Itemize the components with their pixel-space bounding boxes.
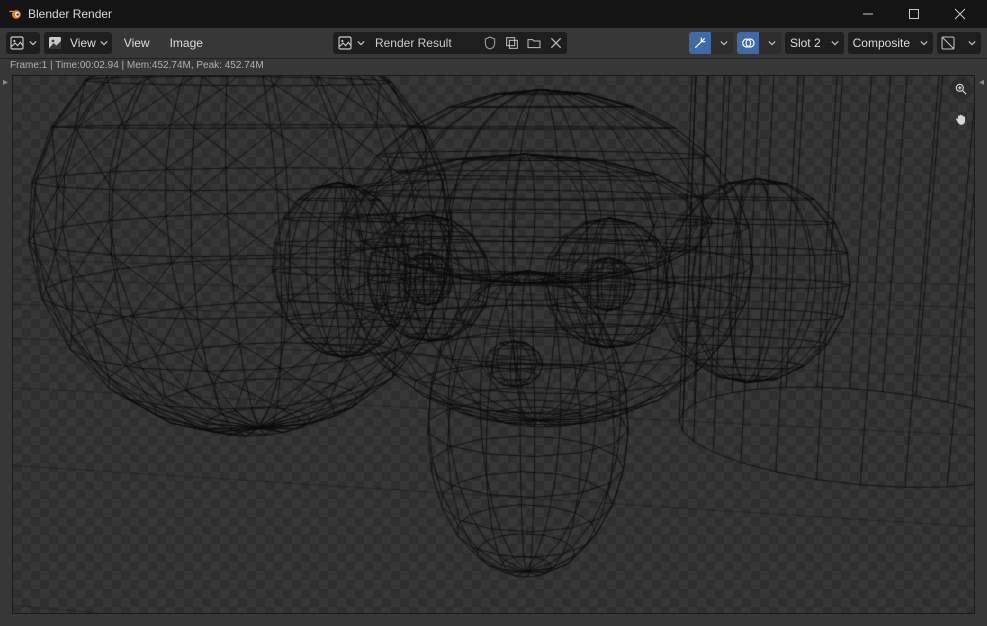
image-mode-button[interactable] bbox=[44, 32, 66, 54]
menu-image[interactable]: Image bbox=[162, 32, 211, 54]
menu-view-label: View bbox=[124, 36, 150, 50]
chevron-down-icon bbox=[100, 36, 108, 50]
image-name-field[interactable]: Render Result bbox=[369, 32, 479, 54]
view-dropdown[interactable]: View bbox=[66, 32, 112, 54]
editor-type-selector[interactable] bbox=[6, 32, 40, 54]
display-channels-button[interactable] bbox=[937, 32, 959, 54]
menu-image-label: Image bbox=[170, 36, 203, 50]
chevron-down-icon bbox=[920, 36, 928, 50]
view-dropdown-label: View bbox=[70, 36, 96, 50]
unlink-image-button[interactable] bbox=[545, 32, 567, 54]
overlay-dropdown[interactable] bbox=[759, 32, 781, 54]
window-maximize-button[interactable] bbox=[891, 0, 937, 28]
render-status-bar: Frame:1 | Time:00:02.94 | Mem:452.74M, P… bbox=[0, 59, 987, 74]
image-browse-button[interactable] bbox=[333, 32, 369, 54]
viewport-pan-tool[interactable] bbox=[950, 108, 972, 130]
chevron-down-icon bbox=[29, 36, 37, 50]
slot-label: Slot 2 bbox=[790, 36, 821, 50]
blender-logo-icon bbox=[8, 7, 22, 21]
chevron-down-icon bbox=[968, 36, 976, 50]
image-editor-header: View View Image Render Result bbox=[0, 28, 987, 59]
slot-selector[interactable]: Slot 2 bbox=[785, 32, 844, 54]
render-status-text: Frame:1 | Time:00:02.94 | Mem:452.74M, P… bbox=[10, 60, 264, 71]
display-channels-dropdown[interactable] bbox=[959, 32, 981, 54]
window-close-button[interactable] bbox=[937, 0, 983, 28]
layer-selector[interactable]: Composite bbox=[848, 32, 933, 54]
open-image-button[interactable] bbox=[523, 32, 545, 54]
region-toggle-right-icon[interactable]: ◂ bbox=[979, 77, 984, 88]
render-viewport[interactable] bbox=[12, 75, 975, 614]
menu-view[interactable]: View bbox=[116, 32, 158, 54]
image-name-value: Render Result bbox=[375, 36, 452, 50]
chevron-down-icon bbox=[831, 36, 839, 50]
chevron-down-icon bbox=[357, 36, 365, 50]
gizmo-dropdown[interactable] bbox=[711, 32, 733, 54]
window-minimize-button[interactable] bbox=[845, 0, 891, 28]
chevron-down-icon bbox=[720, 36, 728, 50]
gizmo-toggle[interactable] bbox=[689, 32, 711, 54]
layer-label: Composite bbox=[853, 36, 910, 50]
new-image-button[interactable] bbox=[501, 32, 523, 54]
window-titlebar: Blender Render bbox=[0, 0, 987, 28]
overlay-toggle[interactable] bbox=[737, 32, 759, 54]
window-title: Blender Render bbox=[28, 7, 112, 21]
image-viewport-area: ▸ ◂ bbox=[0, 74, 987, 626]
viewport-zoom-tool[interactable] bbox=[950, 78, 972, 100]
chevron-down-icon bbox=[768, 36, 776, 50]
fake-user-toggle[interactable] bbox=[479, 32, 501, 54]
region-toggle-left-icon[interactable]: ▸ bbox=[3, 77, 8, 88]
